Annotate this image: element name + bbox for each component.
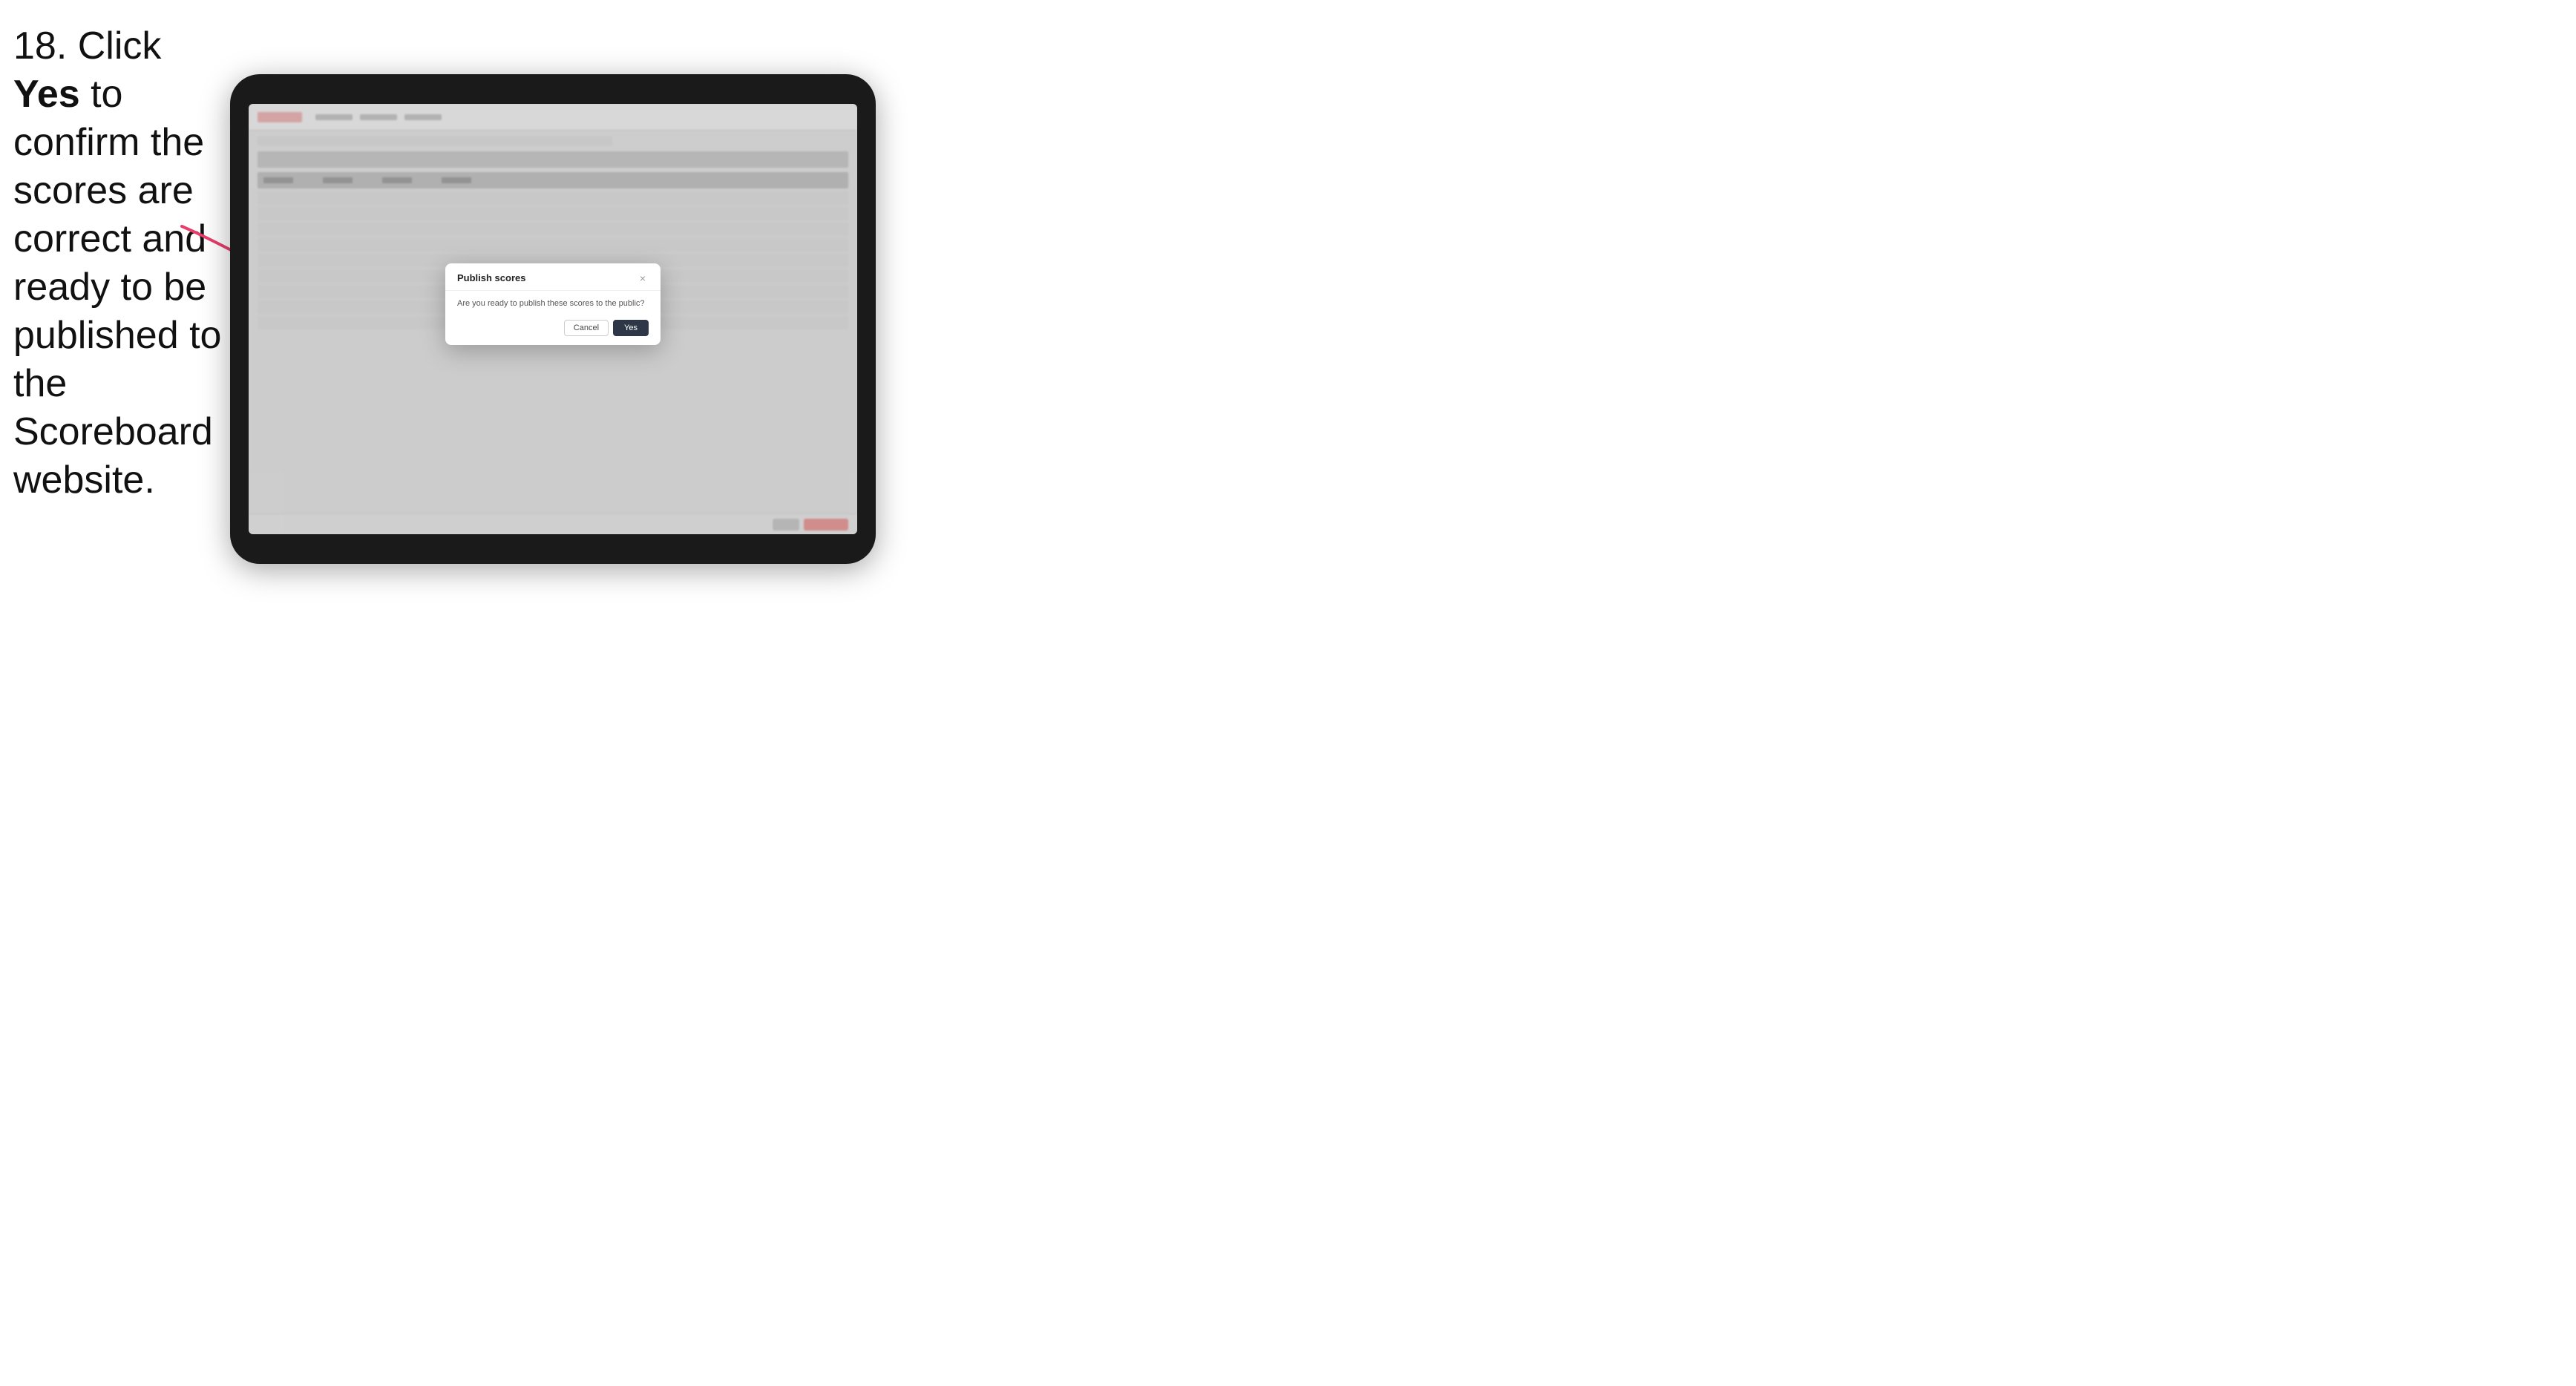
modal-footer: Cancel Yes: [445, 320, 661, 345]
publish-scores-dialog: Publish scores × Are you ready to publis…: [445, 263, 661, 345]
modal-body: Are you ready to publish these scores to…: [445, 291, 661, 320]
tablet-device: Publish scores × Are you ready to publis…: [230, 74, 876, 564]
modal-message: Are you ready to publish these scores to…: [457, 298, 649, 309]
modal-close-button[interactable]: ×: [637, 272, 649, 284]
modal-header: Publish scores ×: [445, 263, 661, 291]
instruction-text: 18. Click Yes to confirm the scores are …: [13, 22, 229, 505]
modal-title: Publish scores: [457, 272, 525, 283]
yes-button[interactable]: Yes: [613, 320, 649, 336]
modal-overlay: Publish scores × Are you ready to publis…: [249, 104, 857, 534]
cancel-button[interactable]: Cancel: [564, 320, 609, 336]
tablet-screen: Publish scores × Are you ready to publis…: [249, 104, 857, 534]
